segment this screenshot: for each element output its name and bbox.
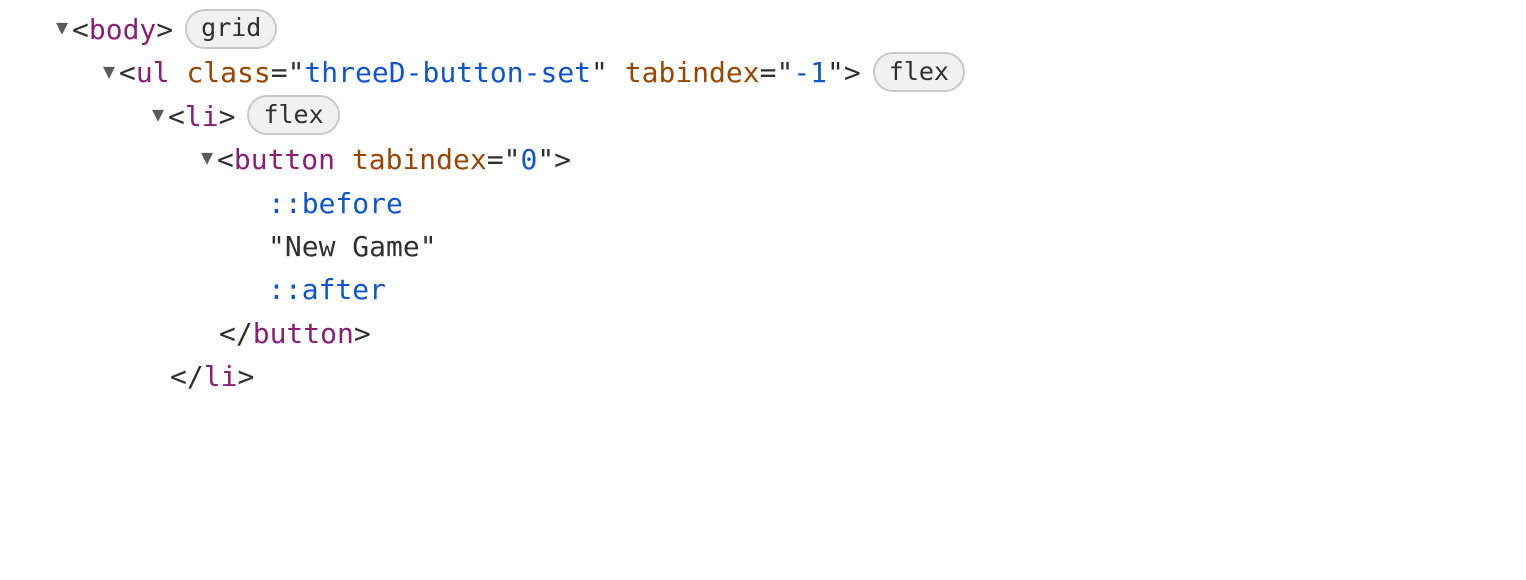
- tag-name: li: [204, 355, 238, 398]
- attr-name: tabindex: [625, 51, 760, 94]
- attr-name: class: [186, 51, 270, 94]
- tag-name: ul: [136, 51, 170, 94]
- attr-value: -1: [793, 51, 827, 94]
- tag-name: body: [89, 8, 156, 51]
- pseudo-after: ::after: [268, 268, 386, 311]
- tree-row-pseudo-before[interactable]: ::before: [0, 182, 1526, 225]
- pseudo-before: ::before: [268, 182, 403, 225]
- dom-tree: ▼ <body> grid ▼ <ul class="threeD-button…: [0, 0, 1526, 399]
- attr-value: threeD-button-set: [304, 51, 591, 94]
- layout-badge-grid[interactable]: grid: [185, 9, 277, 49]
- tag-open-bracket: <: [72, 8, 89, 51]
- tag-close-bracket: >: [156, 8, 173, 51]
- expand-arrow-icon[interactable]: ▼: [197, 142, 217, 173]
- expand-arrow-icon[interactable]: ▼: [52, 12, 72, 43]
- tree-row-button-close[interactable]: </button>: [0, 312, 1526, 355]
- tree-row-button[interactable]: ▼ <button tabindex="0">: [0, 138, 1526, 181]
- tree-row-ul[interactable]: ▼ <ul class="threeD-button-set" tabindex…: [0, 51, 1526, 94]
- expand-arrow-icon[interactable]: ▼: [99, 56, 119, 87]
- text-node: "New Game": [268, 225, 437, 268]
- layout-badge-flex[interactable]: flex: [247, 95, 339, 135]
- tree-row-li-close[interactable]: </li>: [0, 355, 1526, 398]
- tree-row-body[interactable]: ▼ <body> grid: [0, 8, 1526, 51]
- attr-name: tabindex: [352, 138, 487, 181]
- tree-row-pseudo-after[interactable]: ::after: [0, 268, 1526, 311]
- expand-arrow-icon[interactable]: ▼: [148, 99, 168, 130]
- tree-row-li[interactable]: ▼ <li> flex: [0, 95, 1526, 138]
- tag-name: button: [234, 138, 335, 181]
- tag-name: button: [253, 312, 354, 355]
- tree-row-text-node[interactable]: "New Game": [0, 225, 1526, 268]
- layout-badge-flex[interactable]: flex: [873, 52, 965, 92]
- attr-value: 0: [520, 138, 537, 181]
- tag-name: li: [185, 95, 219, 138]
